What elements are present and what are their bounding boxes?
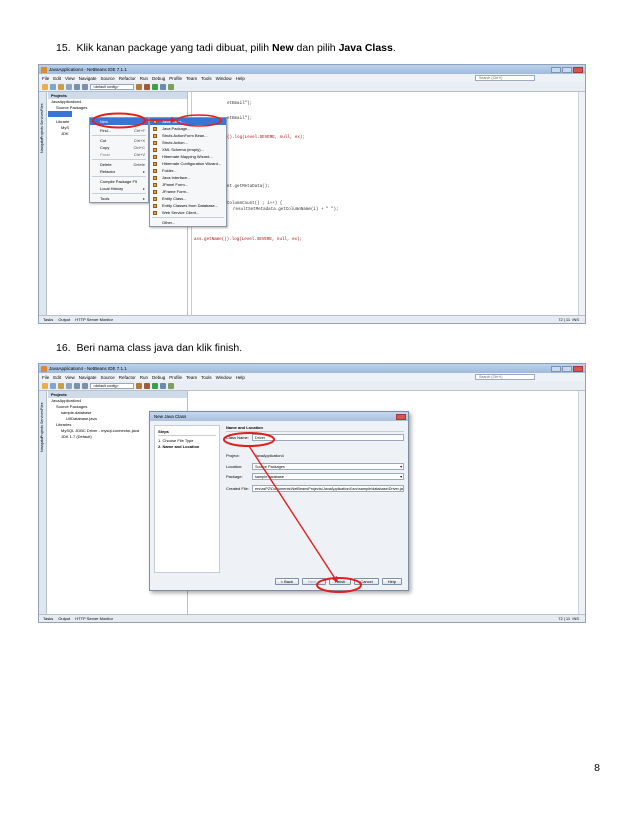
arrow-head: [171, 117, 177, 123]
highlight-class-name-circle: [223, 432, 275, 447]
highlight-java-class-circle: [176, 114, 222, 127]
arrow-line: [248, 445, 337, 581]
highlight-finish-circle: [316, 577, 362, 593]
page-number: 8: [594, 762, 600, 774]
step-15-instruction: 15. Klik kanan package yang tadi dibuat,…: [56, 42, 396, 54]
annotation-overlay-1: [92, 112, 222, 129]
ide-screenshot-2: JavaApplication4 - NetBeans IDE 7.1.1 Fi…: [38, 363, 586, 623]
highlight-new-circle: [92, 112, 146, 129]
annotation-overlay-2: [223, 432, 362, 593]
step-16-instruction: 16. Beri nama class java dan klik finish…: [56, 342, 243, 354]
ide-screenshot-1: JavaApplication4 - NetBeans IDE 7.1.1 Fi…: [38, 64, 586, 324]
